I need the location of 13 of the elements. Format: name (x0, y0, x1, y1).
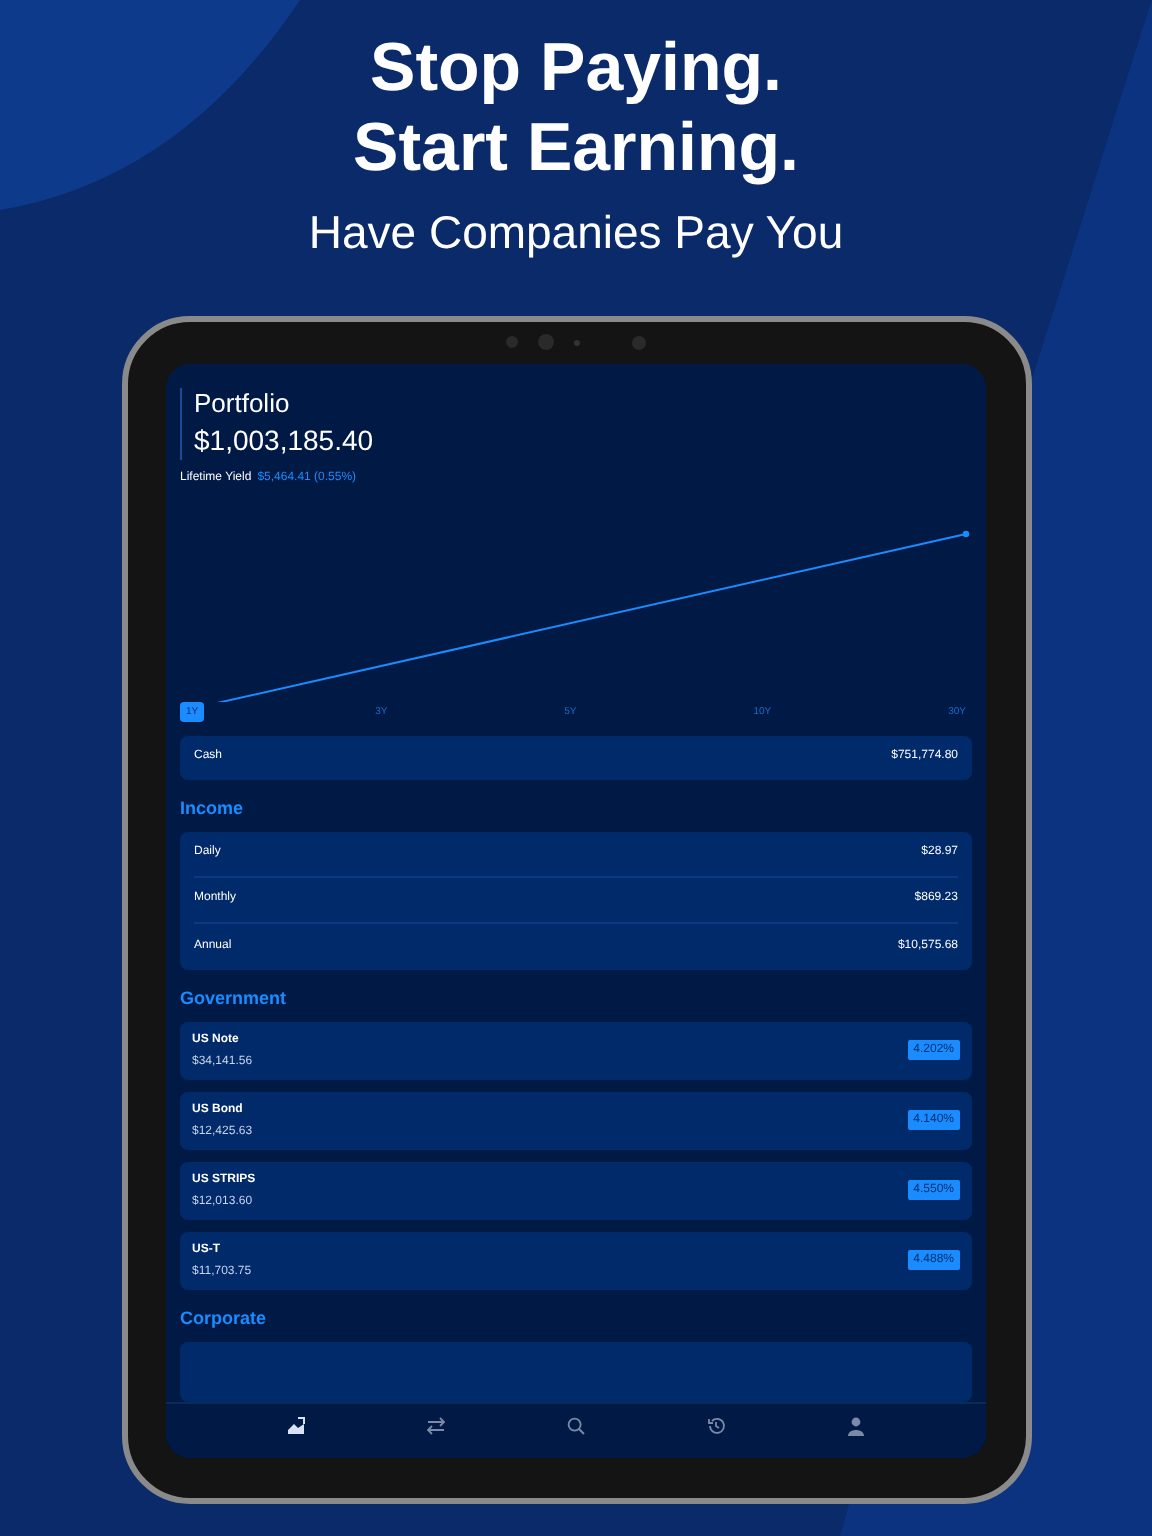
history-icon[interactable] (706, 1415, 726, 1435)
headline: Start Earning. (353, 108, 799, 188)
subheadline: Have Companies Pay You (308, 204, 844, 260)
headline: Stop Paying. (370, 28, 782, 108)
profile-icon[interactable] (846, 1415, 866, 1435)
portfolio-value: $1,003,185.40 (194, 421, 376, 459)
transfer-icon[interactable] (426, 1415, 446, 1435)
section-heading: Corporate (180, 1305, 269, 1329)
section-heading: Income (180, 795, 246, 819)
section-heading: Government (180, 985, 289, 1009)
search-icon[interactable] (566, 1415, 586, 1435)
portfolio-title: Portfolio (194, 387, 292, 419)
chart-icon[interactable] (286, 1415, 306, 1435)
